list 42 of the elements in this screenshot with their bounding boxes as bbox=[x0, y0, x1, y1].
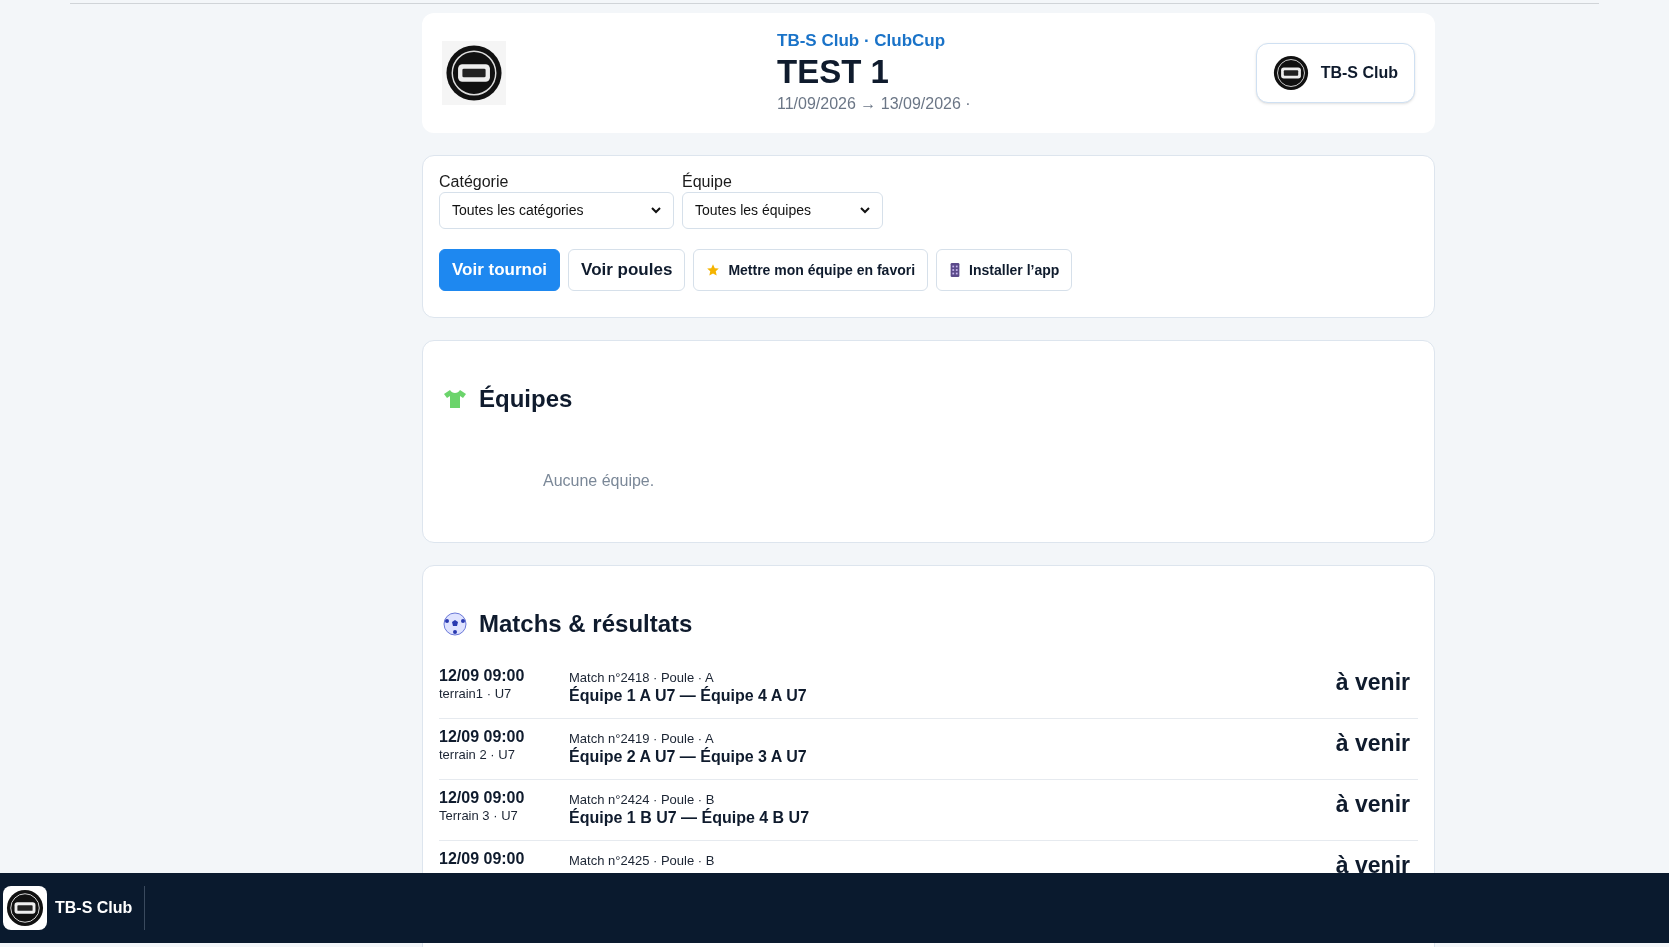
tournament-dates: 11/09/2026 → 13/09/2026 · bbox=[777, 93, 972, 114]
filter-label: Catégorie bbox=[439, 172, 510, 192]
match-meta: Match n°2424 · Poule · B bbox=[569, 792, 716, 808]
match-time: 12/09 09:00 bbox=[439, 788, 526, 808]
match-place: Terrain 3 · U7 bbox=[439, 808, 519, 824]
section-title: Équipes bbox=[479, 384, 573, 414]
match-teams: Équipe 1 B U7 — Équipe 4 B U7 bbox=[569, 808, 811, 828]
shirt-icon bbox=[443, 389, 467, 409]
filter-select[interactable]: Toutes les équipes bbox=[682, 192, 883, 229]
match-meta: Match n°2418 · Poule · A bbox=[569, 670, 715, 686]
match-teams: Équipe 2 A U7 — Équipe 3 A U7 bbox=[569, 747, 808, 767]
star-icon bbox=[706, 263, 721, 277]
action-button[interactable]: Voir tournoi bbox=[439, 249, 561, 291]
match-meta: Match n°2419 · Poule · A bbox=[569, 731, 715, 747]
match-status: à venir bbox=[1335, 668, 1410, 696]
filter-select[interactable]: Toutes les catégories bbox=[439, 192, 674, 229]
bottom-club-name: TB-S Club bbox=[55, 898, 133, 918]
match-status: à venir bbox=[1335, 851, 1410, 879]
chevron-down-icon bbox=[651, 207, 661, 214]
tournament-title: TEST 1 bbox=[777, 51, 890, 92]
match-time: 12/09 09:00 bbox=[439, 727, 526, 747]
empty-message: Aucune équipe. bbox=[543, 471, 655, 491]
club-logo bbox=[442, 41, 506, 105]
section-title: Matchs & résultats bbox=[479, 609, 693, 639]
club-button[interactable]: TB-S Club bbox=[1255, 43, 1415, 103]
club-logo-icon bbox=[1272, 55, 1309, 91]
club-line: TB-S Club · ClubCup bbox=[777, 30, 947, 52]
action-button[interactable]: Installer l’app bbox=[936, 249, 1073, 291]
match-status: à venir bbox=[1335, 729, 1410, 757]
action-button[interactable]: Voir poules bbox=[568, 249, 686, 291]
match-place: terrain 2 · U7 bbox=[439, 747, 516, 763]
phone-icon bbox=[949, 263, 962, 277]
soccer-ball-icon bbox=[443, 612, 467, 636]
filter-label: Équipe bbox=[682, 172, 733, 192]
match-meta: Match n°2425 · Poule · B bbox=[569, 853, 716, 869]
match-time: 12/09 09:00 bbox=[439, 666, 526, 686]
match-place: terrain1 · U7 bbox=[439, 686, 513, 702]
match-teams: Équipe 1 A U7 — Équipe 4 A U7 bbox=[569, 686, 808, 706]
action-button[interactable]: Mettre mon équipe en favori bbox=[693, 249, 929, 291]
match-time: 12/09 09:00 bbox=[439, 849, 526, 869]
match-status: à venir bbox=[1335, 790, 1410, 818]
chevron-down-icon bbox=[860, 207, 870, 214]
